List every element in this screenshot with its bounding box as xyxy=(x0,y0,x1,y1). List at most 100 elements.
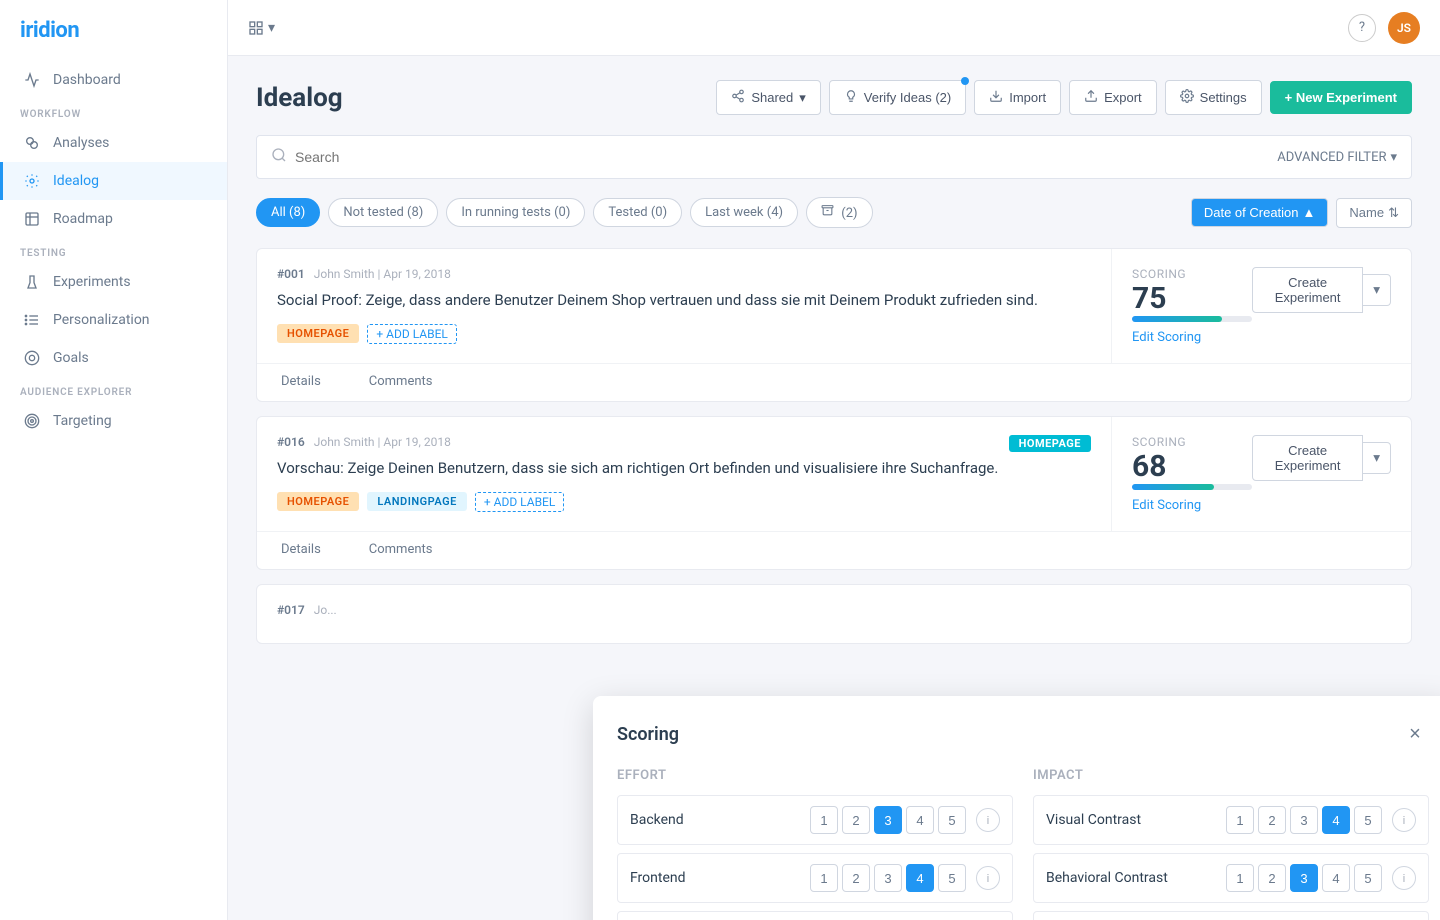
frontend-score-4[interactable]: 4 xyxy=(906,864,934,892)
sidebar-item-idealog[interactable]: Idealog xyxy=(0,162,227,200)
backend-score-1[interactable]: 1 xyxy=(810,806,838,834)
filter-tab-all-label: All (8) xyxy=(271,205,305,220)
behavioral-contrast-score-4[interactable]: 4 xyxy=(1322,864,1350,892)
idea-badge-016: HOMEPAGE xyxy=(1009,435,1091,452)
sort-name-label: Name xyxy=(1349,205,1384,220)
create-experiment-dropdown-001[interactable]: ▾ xyxy=(1363,274,1391,306)
frontend-info-icon[interactable]: i xyxy=(976,866,1000,890)
backend-info-icon[interactable]: i xyxy=(976,808,1000,832)
idea-tabs-016: Details Comments xyxy=(257,531,1411,569)
verify-ideas-button[interactable]: Verify Ideas (2) xyxy=(829,80,966,115)
backend-label: Backend xyxy=(630,812,800,828)
avatar[interactable]: JS xyxy=(1388,12,1420,44)
edit-scoring-016[interactable]: Edit Scoring xyxy=(1132,498,1252,513)
advanced-filter-button[interactable]: ADVANCED FILTER ▾ xyxy=(1277,150,1397,165)
search-input[interactable] xyxy=(295,149,1277,165)
backend-score-5[interactable]: 5 xyxy=(938,806,966,834)
idea-author-017: Jo... xyxy=(314,603,337,617)
backend-score-3[interactable]: 3 xyxy=(874,806,902,834)
sort-date-button[interactable]: Date of Creation ▲ xyxy=(1191,198,1329,227)
idea-tab-comments-001[interactable]: Comments xyxy=(345,364,457,401)
help-button[interactable]: ? xyxy=(1348,14,1376,42)
page-title: Idealog xyxy=(256,83,343,113)
new-experiment-label: + New Experiment xyxy=(1285,90,1397,105)
filter-tab-last-week[interactable]: Last week (4) xyxy=(690,198,798,227)
sidebar-item-targeting[interactable]: Targeting xyxy=(0,402,227,440)
idea-date-016: Apr 19, 2018 xyxy=(383,435,450,449)
sidebar-item-analyses-label: Analyses xyxy=(53,135,109,151)
create-experiment-button-001[interactable]: Create Experiment xyxy=(1252,267,1363,313)
import-label: Import xyxy=(1009,90,1046,105)
grid-view-button[interactable]: ▾ xyxy=(248,20,275,36)
idea-id-016: #016 xyxy=(277,435,305,449)
frontend-score-1[interactable]: 1 xyxy=(810,864,838,892)
sidebar-item-personalization[interactable]: Personalization xyxy=(0,301,227,339)
modal-close-button[interactable]: × xyxy=(1401,720,1429,748)
visual-contrast-score-2[interactable]: 2 xyxy=(1258,806,1286,834)
idea-card-016: #016 John Smith | Apr 19, 2018 HOMEPAGE … xyxy=(256,416,1412,570)
flask-icon xyxy=(23,273,41,291)
create-experiment-button-016[interactable]: Create Experiment xyxy=(1252,435,1363,481)
visual-contrast-score-1[interactable]: 1 xyxy=(1226,806,1254,834)
scoring-label-001: Scoring xyxy=(1132,267,1252,281)
visual-contrast-score-5[interactable]: 5 xyxy=(1354,806,1382,834)
filter-tab-not-tested[interactable]: Not tested (8) xyxy=(328,198,438,227)
idea-tab-details-016[interactable]: Details xyxy=(257,532,345,569)
backend-score-2[interactable]: 2 xyxy=(842,806,870,834)
sidebar-item-personalization-label: Personalization xyxy=(53,312,150,328)
frontend-score-buttons: 1 2 3 4 5 xyxy=(810,864,966,892)
settings-icon xyxy=(1180,89,1194,106)
export-button[interactable]: Export xyxy=(1069,80,1157,115)
backend-score-buttons: 1 2 3 4 5 xyxy=(810,806,966,834)
idea-label-homepage-016: HOMEPAGE xyxy=(277,492,359,511)
shared-button[interactable]: Shared ▾ xyxy=(716,80,820,115)
visual-contrast-score-4[interactable]: 4 xyxy=(1322,806,1350,834)
scoring-value-016: 68 xyxy=(1132,449,1252,484)
behavioral-contrast-score-5[interactable]: 5 xyxy=(1354,864,1382,892)
frontend-score-2[interactable]: 2 xyxy=(842,864,870,892)
idea-labels-016: HOMEPAGE LANDINGPAGE + ADD LABEL xyxy=(277,492,1091,512)
idea-tab-details-001[interactable]: Details xyxy=(257,364,345,401)
scoring-bar-fill-016 xyxy=(1132,484,1214,490)
behavioral-contrast-score-2[interactable]: 2 xyxy=(1258,864,1286,892)
add-label-016[interactable]: + ADD LABEL xyxy=(475,492,565,512)
create-experiment-dropdown-016[interactable]: ▾ xyxy=(1363,442,1391,474)
scoring-row-behavioral-patterns: Behavioral Patterns 1 2 3 4 5 i xyxy=(1033,911,1429,920)
filter-tab-all[interactable]: All (8) xyxy=(256,198,320,227)
visual-contrast-score-3[interactable]: 3 xyxy=(1290,806,1318,834)
sidebar-item-dashboard[interactable]: Dashboard xyxy=(0,61,227,99)
list-icon xyxy=(23,311,41,329)
sidebar-item-experiments-label: Experiments xyxy=(53,274,131,290)
idea-id-017: #017 xyxy=(277,603,305,617)
filter-tab-archive[interactable]: (2) xyxy=(806,197,873,228)
frontend-score-5[interactable]: 5 xyxy=(938,864,966,892)
behavioral-contrast-score-3[interactable]: 3 xyxy=(1290,864,1318,892)
sidebar-item-experiments[interactable]: Experiments xyxy=(0,263,227,301)
filter-tab-in-running[interactable]: In running tests (0) xyxy=(446,198,585,227)
sidebar-item-analyses[interactable]: Analyses xyxy=(0,124,227,162)
behavioral-contrast-score-1[interactable]: 1 xyxy=(1226,864,1254,892)
behavioral-contrast-info-icon[interactable]: i xyxy=(1392,866,1416,890)
edit-scoring-001[interactable]: Edit Scoring xyxy=(1132,330,1252,345)
filter-tab-tested[interactable]: Tested (0) xyxy=(593,198,682,227)
settings-button[interactable]: Settings xyxy=(1165,80,1262,115)
scoring-bar-001 xyxy=(1132,316,1252,322)
impact-column: Impact Visual Contrast 1 2 3 4 5 i xyxy=(1033,768,1429,920)
import-button[interactable]: Import xyxy=(974,80,1061,115)
sort-name-button[interactable]: Name ⇅ xyxy=(1336,198,1412,228)
idea-card-001-main: #001 John Smith | Apr 19, 2018 Social Pr… xyxy=(257,249,1111,363)
effort-column: Effort Backend 1 2 3 4 5 i xyxy=(617,768,1013,920)
visual-contrast-label: Visual Contrast xyxy=(1046,812,1216,828)
idea-tab-comments-016[interactable]: Comments xyxy=(345,532,457,569)
sidebar-item-roadmap[interactable]: Roadmap xyxy=(0,200,227,238)
idea-card-017-body: #017 Jo... xyxy=(257,585,1411,643)
backend-score-4[interactable]: 4 xyxy=(906,806,934,834)
visual-contrast-info-icon[interactable]: i xyxy=(1392,808,1416,832)
export-icon xyxy=(1084,89,1098,106)
frontend-score-3[interactable]: 3 xyxy=(874,864,902,892)
add-label-001[interactable]: + ADD LABEL xyxy=(367,324,457,344)
export-label: Export xyxy=(1104,90,1142,105)
advanced-filter-label: ADVANCED FILTER xyxy=(1277,150,1386,165)
sidebar-item-goals[interactable]: Goals xyxy=(0,339,227,377)
new-experiment-button[interactable]: + New Experiment xyxy=(1270,81,1412,114)
